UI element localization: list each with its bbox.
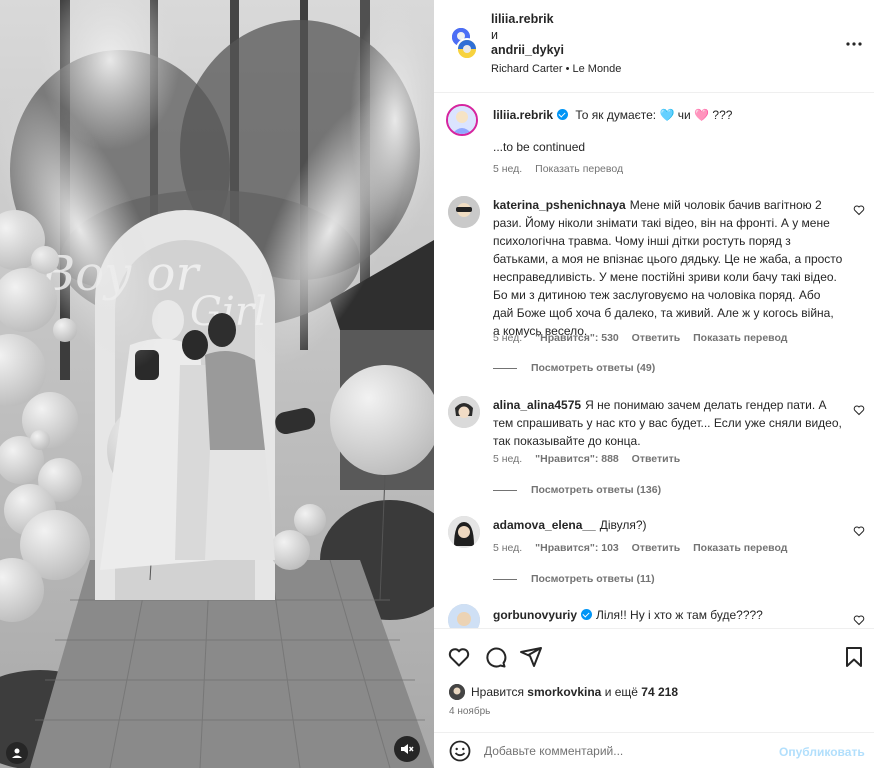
comment-body: Мене мій чоловік бачив вагітною 2 рази. … [493,198,843,338]
comment-avatar[interactable] [448,604,480,628]
avatar-image [449,684,465,700]
caption-text-after: ??? [712,108,733,122]
comment-meta: 5 нед. "Нравится": 888 Ответить [493,453,690,465]
likes-prefix: Нравится [471,685,524,699]
like-comment-heart-icon[interactable] [853,204,865,216]
comment-avatar[interactable] [448,396,480,428]
avatar-image [448,196,480,228]
view-replies-label: Посмотреть ответы (11) [531,573,655,585]
reply-button[interactable]: Ответить [632,453,681,465]
view-replies-label: Посмотреть ответы (49) [531,362,656,374]
likes-count[interactable]: 74 218 [641,685,678,699]
caption-text-before: То як думаєте: [575,108,657,122]
view-replies-label: Посмотреть ответы (136) [531,484,662,496]
author-username-2[interactable]: andrii_dykyi [491,43,564,57]
post-comment-button[interactable]: Опубликовать [779,745,865,759]
view-replies-button[interactable]: Посмотреть ответы (136) [493,484,661,496]
like-comment-heart-icon[interactable] [853,525,865,537]
comment-time[interactable]: 5 нед. [493,542,522,554]
comment-avatar[interactable] [448,196,480,228]
avatar-andrii[interactable] [456,38,478,60]
coauthor-conjunction: и [491,28,498,42]
divider [493,367,517,369]
user-icon [12,748,22,758]
post-header: liliia.rebrik и andrii_dykyi Richard Car… [434,0,874,93]
reply-button[interactable]: Ответить [632,332,681,344]
like-comment-heart-icon[interactable] [853,404,865,416]
bookmark-icon[interactable] [842,645,866,669]
comment-likes[interactable]: "Нравится": 888 [535,453,619,465]
divider [493,578,517,580]
avatar-image [448,106,476,134]
comment-meta: 5 нед. "Нравится": 103 Ответить Показать… [493,542,797,554]
view-replies-button[interactable]: Посмотреть ответы (49) [493,362,655,374]
caption-avatar[interactable] [446,104,478,136]
pink-heart-icon: 🩷 [694,108,710,122]
comment-text: alina_alina4575 Я не понимаю зачем делать… [493,396,843,450]
caption-line2: ...to be continued [493,140,586,154]
comment-body: Дівуля?) [599,518,647,532]
mute-icon [401,744,414,754]
comment-meta: 5 нед. "Нравится": 530 Ответить Показать… [493,332,797,344]
caption-text: liliia.rebrik То як думаєте: 🩵 чи 🩷 ??? [493,106,843,124]
more-options-button[interactable] [844,34,864,54]
translate-button[interactable]: Показать перевод [693,542,787,554]
like-comment-heart-icon[interactable] [853,614,865,626]
comment-likes[interactable]: "Нравится": 103 [535,542,619,554]
verified-icon [581,609,593,620]
caption-meta: 5 нед. Показать перевод [493,163,633,175]
caption-translate-button[interactable]: Показать перевод [535,163,623,175]
light-blue-heart-icon: 🩵 [659,108,675,122]
comment-body: Ліля!! Ну і хто ж там буде???? [596,608,763,622]
comment-username[interactable]: gorbunovyuriy [493,608,577,622]
verified-icon [557,109,569,120]
caption-username[interactable]: liliia.rebrik [493,108,553,122]
avatar-image [448,396,480,428]
share-icon[interactable] [519,645,543,669]
divider [493,489,517,491]
emoji-icon[interactable] [448,739,472,763]
tagged-users-button[interactable] [6,742,28,764]
video-frame: Boy or Girl [0,0,434,768]
translate-button[interactable]: Показать перевод [693,332,787,344]
avatar-image [458,40,476,58]
comment-time[interactable]: 5 нед. [493,453,522,465]
audio-track-link[interactable]: Richard Carter • Le Monde [491,63,621,75]
mute-button[interactable] [394,736,420,762]
comment-composer: Опубликовать [434,732,874,768]
comment-username[interactable]: alina_alina4575 [493,398,581,412]
author-username-1[interactable]: liliia.rebrik [491,12,554,26]
avatar-image [448,604,480,628]
heart-icon[interactable] [447,645,471,669]
comment-input[interactable] [484,741,774,761]
caption-time[interactable]: 5 нед. [493,163,522,175]
comment-text: gorbunovyuriy Ліля!! Ну і хто ж там буде?… [493,606,843,624]
post-date[interactable]: 4 ноябрь [449,706,490,717]
post-details-panel: liliia.rebrik и andrii_dykyi Richard Car… [434,0,874,768]
comments-list[interactable]: liliia.rebrik То як думаєте: 🩵 чи 🩷 ??? … [434,94,874,628]
reply-button[interactable]: Ответить [632,542,681,554]
liker-avatar [449,684,465,700]
likes-middle: и ещё [604,685,638,699]
comment-avatar[interactable] [448,516,480,548]
comment-likes[interactable]: "Нравится": 530 [535,332,619,344]
liker-username[interactable]: smorkovkina [527,685,601,699]
post-video[interactable]: Boy or Girl [0,0,434,768]
comment-icon[interactable] [483,645,507,669]
likes-summary[interactable]: Нравится smorkovkina и ещё 74 218 [449,684,678,700]
caption-mid: чи [677,108,691,122]
post-actions: Нравится smorkovkina и ещё 74 218 4 нояб… [434,628,874,738]
comment-text: adamova_elena__ Дівуля?) [493,516,843,534]
view-replies-button[interactable]: Посмотреть ответы (11) [493,573,655,585]
more-icon [846,42,862,46]
comment-text: katerina_pshenichnaya Мене мій чоловік ба… [493,196,843,340]
comment-username[interactable]: katerina_pshenichnaya [493,198,626,212]
avatar-image [448,516,480,548]
comment-time[interactable]: 5 нед. [493,332,522,344]
comment-username[interactable]: adamova_elena__ [493,518,596,532]
